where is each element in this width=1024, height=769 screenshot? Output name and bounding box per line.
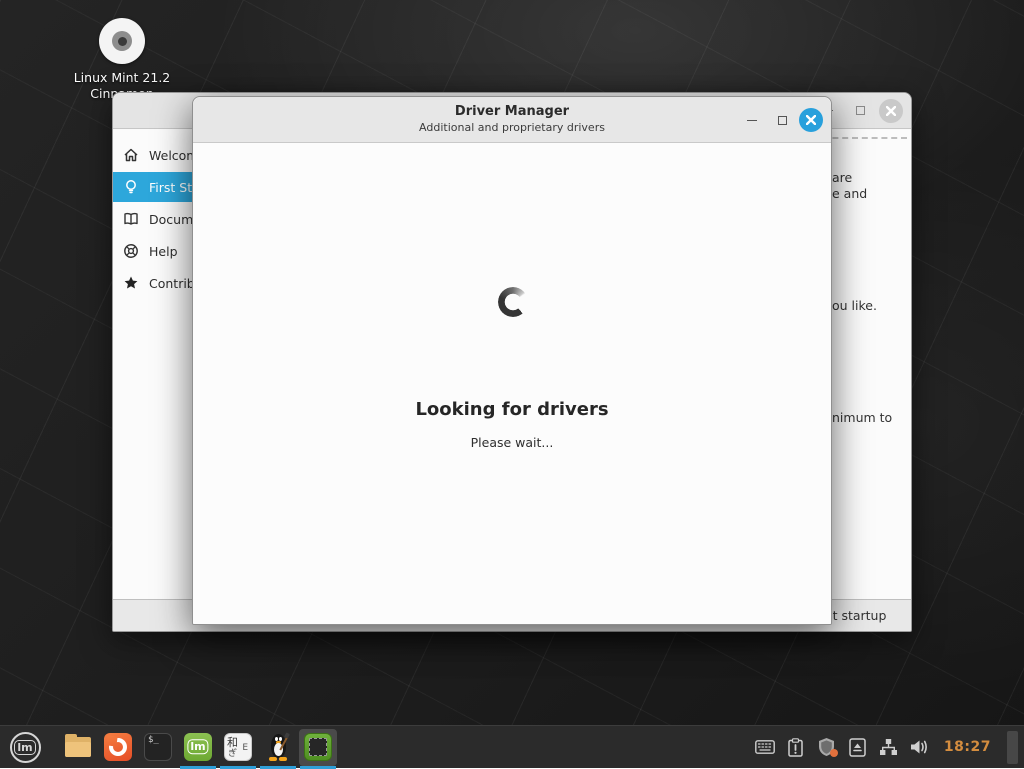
close-icon bbox=[806, 115, 816, 125]
content-fragment: ou like. bbox=[832, 298, 877, 313]
desktop-icon-linux-mint-iso[interactable]: Linux Mint 21.2 Cinnamon bbox=[57, 18, 187, 103]
tux-app-window-button[interactable] bbox=[258, 726, 298, 769]
tux-penguin-icon bbox=[264, 733, 292, 761]
welcome-close-button[interactable] bbox=[879, 99, 903, 123]
running-window-indicator bbox=[300, 766, 336, 769]
updates-available-badge bbox=[830, 749, 838, 757]
driver-manager-titlebar[interactable]: Driver Manager Additional and proprietar… bbox=[193, 97, 831, 143]
desktop-background: Linux Mint 21.2 Cinnamon Welcome First S… bbox=[0, 0, 1024, 768]
system-tray: 18:27 bbox=[754, 726, 1024, 769]
network-tray-icon[interactable] bbox=[878, 735, 900, 759]
input-language-window-button[interactable]: 和 ぎ E bbox=[218, 726, 258, 769]
report-clipboard-tray-icon[interactable] bbox=[785, 735, 807, 759]
taskbar-panel: lm $_ lm 和 bbox=[0, 725, 1024, 768]
help-icon bbox=[123, 243, 139, 259]
update-manager-shield-tray-icon[interactable] bbox=[816, 735, 838, 759]
volume-tray-icon[interactable] bbox=[909, 735, 931, 759]
taskbar-launchers: $_ lm 和 ぎ E bbox=[58, 726, 338, 769]
disc-icon bbox=[99, 18, 145, 64]
folder-icon bbox=[64, 733, 92, 761]
language-input-icon: 和 ぎ E bbox=[224, 733, 252, 761]
files-launcher[interactable] bbox=[58, 726, 98, 769]
removable-media-tray-icon[interactable] bbox=[847, 735, 869, 759]
mint-menu-button[interactable]: lm bbox=[0, 726, 50, 769]
running-window-indicator bbox=[220, 766, 256, 769]
screenshot-tool-icon bbox=[304, 733, 332, 761]
driver-close-button[interactable] bbox=[799, 108, 823, 132]
terminal-launcher[interactable]: $_ bbox=[138, 726, 178, 769]
status-heading: Looking for drivers bbox=[193, 399, 831, 420]
welcome-maximize-button[interactable] bbox=[847, 98, 873, 124]
content-fragment: nimum to bbox=[832, 410, 892, 425]
window-title: Driver Manager bbox=[193, 104, 831, 119]
terminal-icon: $_ bbox=[144, 733, 172, 761]
book-icon bbox=[123, 211, 139, 227]
mint-welcome-icon: lm bbox=[184, 733, 212, 761]
driver-manager-content: Looking for drivers Please wait... bbox=[193, 144, 831, 624]
star-icon bbox=[123, 275, 139, 291]
firefox-icon bbox=[104, 733, 132, 761]
mint-logo-icon: lm bbox=[10, 732, 41, 763]
firefox-launcher[interactable] bbox=[98, 726, 138, 769]
status-message: Please wait... bbox=[193, 435, 831, 450]
window-subtitle: Additional and proprietary drivers bbox=[193, 121, 831, 134]
loading-spinner bbox=[498, 287, 528, 317]
lightbulb-icon bbox=[123, 179, 139, 195]
screenshot-app-window-button[interactable] bbox=[298, 726, 338, 769]
driver-manager-window: Driver Manager Additional and proprietar… bbox=[192, 96, 832, 625]
driver-minimize-button[interactable] bbox=[739, 107, 765, 133]
show-desktop-button[interactable] bbox=[1007, 731, 1018, 764]
content-fragment: are bbox=[832, 170, 852, 185]
close-icon bbox=[886, 106, 896, 116]
welcome-app-window-button[interactable]: lm bbox=[178, 726, 218, 769]
driver-maximize-button[interactable] bbox=[769, 107, 795, 133]
keyboard-layout-tray-icon[interactable] bbox=[754, 735, 776, 759]
running-window-indicator bbox=[180, 766, 216, 769]
clock[interactable]: 18:27 bbox=[944, 739, 991, 755]
running-window-indicator bbox=[260, 766, 296, 769]
home-icon bbox=[123, 147, 139, 163]
content-fragment: e and bbox=[832, 186, 867, 201]
